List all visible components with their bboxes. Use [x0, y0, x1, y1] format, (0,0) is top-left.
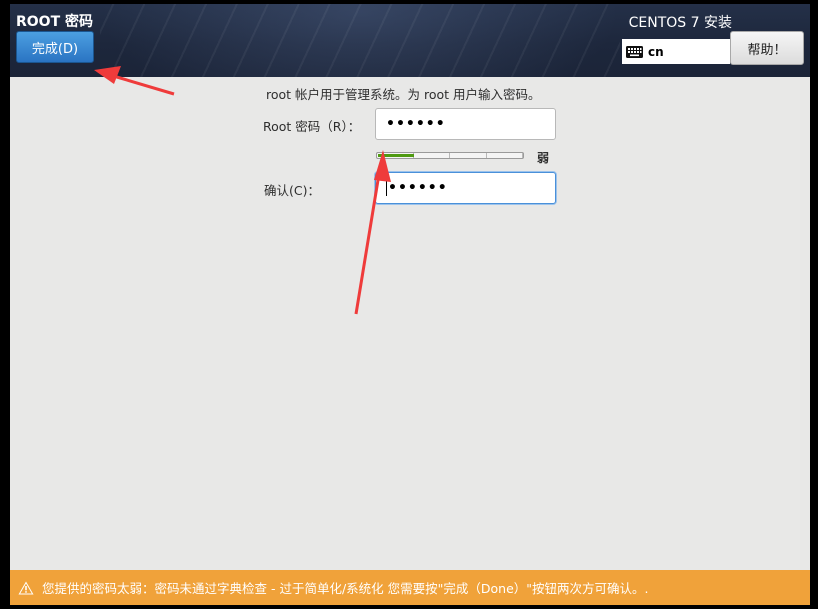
confirm-label: 确认(C)： — [264, 183, 320, 198]
help-button[interactable]: 帮助！ — [730, 31, 804, 65]
spoke-header: ROOT 密码 完成(D) CENTOS 7 安装 cn 帮助！ — [10, 4, 810, 77]
spoke-title: ROOT 密码 — [16, 14, 94, 30]
product-title: CENTOS 7 安装 — [628, 15, 732, 31]
text-cursor — [386, 180, 387, 196]
warning-icon — [18, 581, 34, 594]
password-mask: •••••• — [386, 116, 446, 132]
keyboard-icon — [626, 45, 643, 58]
keyboard-layout-label: cn — [648, 44, 664, 59]
keyboard-layout-indicator[interactable]: cn — [622, 39, 730, 64]
form-description: root 帐户用于管理系统。为 root 用户输入密码。 — [266, 87, 541, 102]
password-strength-fill — [378, 154, 414, 157]
confirm-password-mask: •••••• — [388, 180, 448, 196]
password-strength-meter — [376, 152, 524, 159]
warning-text: 您提供的密码太弱：密码未通过字典检查 - 过于简单化/系统化 您需要按"完成（D… — [42, 581, 649, 596]
anaconda-window: ROOT 密码 完成(D) CENTOS 7 安装 cn 帮助！ root 帐户… — [10, 4, 810, 605]
password-label: Root 密码（R）： — [263, 119, 361, 134]
confirm-password-field[interactable]: •••••• — [375, 172, 556, 204]
done-button[interactable]: 完成(D) — [16, 31, 94, 63]
warning-bar[interactable]: 您提供的密码太弱：密码未通过字典检查 - 过于简单化/系统化 您需要按"完成（D… — [10, 570, 810, 605]
password-strength-label: 弱 — [537, 151, 550, 165]
password-field[interactable]: •••••• — [375, 108, 556, 140]
